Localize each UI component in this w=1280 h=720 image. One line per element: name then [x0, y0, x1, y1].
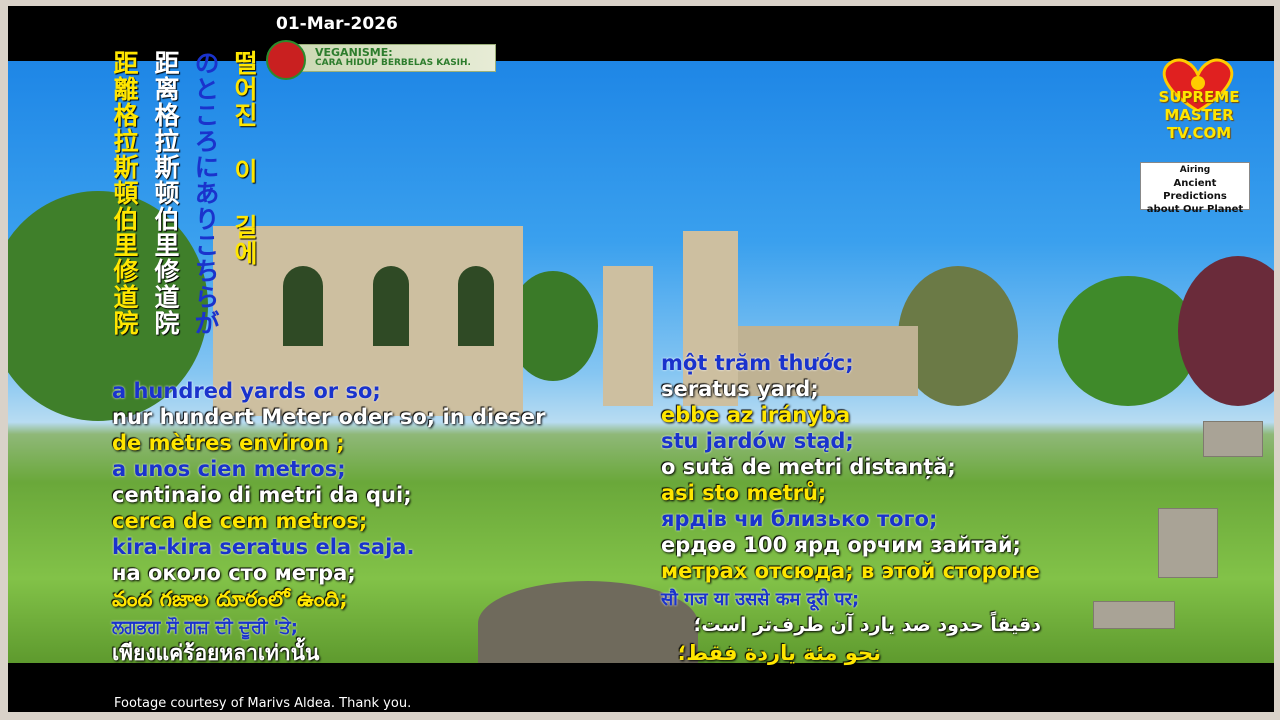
- vegan-banner: VEGANISME: CARA HIDUP BERBELAS KASIH.: [274, 44, 496, 72]
- subtitle-chinese-traditional: 距離格拉斯頓伯里修道院: [110, 50, 139, 336]
- subtitle-korean: 떨어진 이 길에: [230, 50, 259, 266]
- subtitle-english: a hundred yards or so;: [112, 379, 381, 403]
- subtitle-persian: دقیقاً حدود صد یارد آن طرف‌تر است؛: [693, 614, 1041, 636]
- subtitles-right-column: một trăm thước; seratus yard; ebbe az ir…: [661, 350, 1181, 695]
- broadcast-date: 01-Mar-2026: [276, 14, 398, 34]
- logo-line-2: TV.COM: [1166, 124, 1232, 142]
- ruin-window: [458, 266, 494, 346]
- logo-text: SUPREME MASTER TV.COM: [1130, 88, 1268, 142]
- subtitle-bulgarian: на около сто метра;: [112, 561, 356, 585]
- subtitle-czech: asi sto metrů;: [661, 481, 827, 505]
- subtitle-polish: stu jardów stąd;: [661, 429, 854, 453]
- subtitle-spanish: a unos cien metros;: [112, 457, 346, 481]
- airing-label: Airing: [1179, 165, 1211, 175]
- airing-title-line-1: Ancient Predictions: [1163, 178, 1227, 202]
- subtitle-telugu: వంద గజాల దూరంలో ఉంది;: [112, 587, 348, 611]
- tree-purple: [1178, 256, 1274, 406]
- subtitles-left-column: a hundred yards or so; nur hundert Meter…: [112, 378, 672, 688]
- ruin-window: [373, 266, 409, 346]
- subtitle-vietnamese: một trăm thước;: [661, 351, 854, 375]
- ruin-window: [283, 266, 323, 346]
- footage-credit: Footage courtesy of Marivs Aldea. Thank …: [114, 696, 412, 711]
- subtitle-italian: centinaio di metri da qui;: [112, 483, 412, 507]
- subtitle-thai: เพียงแค่ร้อยหลาเท่านั้น: [112, 641, 320, 665]
- subtitle-ukrainian: ярдів чи близько того;: [661, 507, 938, 531]
- stone-block: [1203, 421, 1263, 457]
- subtitle-indonesian: seratus yard;: [661, 377, 819, 401]
- subtitle-japanese: のところにありこちらが: [191, 50, 220, 336]
- subtitle-mongolian: ердөө 100 ярд орчим зайтай;: [661, 533, 1021, 557]
- subtitle-portuguese: cerca de cem metros;: [112, 509, 368, 533]
- subtitle-french: de mètres environ ;: [112, 431, 345, 455]
- airing-title-line-2: about Our Planet: [1146, 204, 1244, 215]
- subtitle-chinese-simplified: 距离格拉斯顿伯里修道院: [151, 50, 180, 336]
- airing-card: Airing Ancient Predictions about Our Pla…: [1140, 162, 1250, 215]
- subtitle-punjabi: ਲਗਭਗ ਸੌ ਗਜ਼ ਦੀ ਦੂਰੀ 'ਤੇ;: [112, 617, 298, 638]
- subtitle-romanian: o sută de metri distanță;: [661, 455, 956, 479]
- subtitle-russian: метрах отсюда; в этой стороне: [661, 559, 1040, 583]
- vegan-banner-subtitle: CARA HIDUP BERBELAS KASIH.: [315, 58, 471, 68]
- subtitle-arabic: نحو مئة ياردة فقط؛: [677, 641, 881, 665]
- video-frame: 01-Mar-2026 VEGANISME: CARA HIDUP BERBEL…: [8, 6, 1274, 712]
- logo-line-1: SUPREME MASTER: [1158, 88, 1240, 124]
- subtitle-malay: kira-kira seratus ela saja.: [112, 535, 415, 559]
- strawberry-icon: [266, 40, 306, 80]
- subtitle-hindi: सौ गज या उससे कम दूरी पर;: [661, 589, 860, 610]
- subtitle-german: nur hundert Meter oder so; in dieser: [112, 405, 546, 429]
- subtitle-hungarian: ebbe az irányba: [661, 403, 851, 427]
